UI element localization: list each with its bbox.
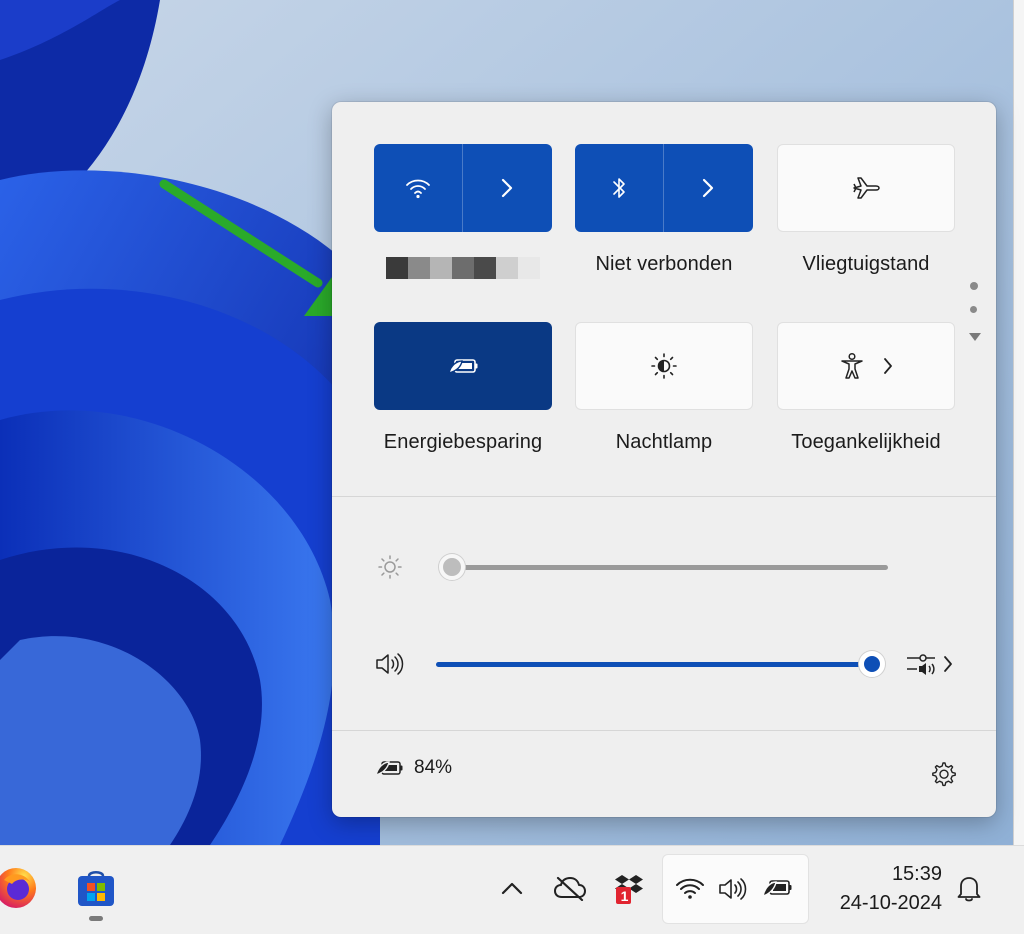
airplane-tile[interactable] bbox=[777, 144, 955, 232]
wifi-expand-button[interactable] bbox=[463, 144, 551, 232]
volume-track[interactable] bbox=[436, 662, 872, 667]
onedrive-tray-icon[interactable] bbox=[552, 870, 588, 906]
battery-status[interactable]: 84% bbox=[374, 756, 452, 780]
night-light-icon bbox=[651, 353, 677, 379]
quick-settings-panel: Niet verbonden Vliegtuigstand Energiebes… bbox=[332, 102, 996, 817]
divider bbox=[332, 730, 996, 731]
divider bbox=[332, 496, 996, 497]
store-icon bbox=[78, 871, 114, 906]
night-light-tile[interactable] bbox=[575, 322, 753, 410]
dropbox-badge: 1 bbox=[620, 888, 629, 904]
brightness-icon bbox=[372, 553, 408, 581]
night-light-label: Nachtlamp bbox=[615, 431, 713, 453]
taskbar-app-store[interactable] bbox=[72, 864, 120, 912]
page-dot[interactable] bbox=[970, 282, 978, 290]
accessibility-tile-block: Toegankelijkheid bbox=[777, 322, 955, 454]
cloud-offline-icon bbox=[554, 876, 586, 901]
energy-saver-tile[interactable] bbox=[374, 322, 552, 410]
chevron-right-icon bbox=[501, 178, 513, 198]
accessibility-tile[interactable] bbox=[777, 322, 955, 410]
bluetooth-expand-button[interactable] bbox=[664, 144, 752, 232]
volume-slider-thumb[interactable] bbox=[859, 651, 885, 677]
airplane-label: Vliegtuigstand bbox=[802, 253, 930, 275]
quick-settings-tray-button[interactable] bbox=[662, 854, 809, 924]
clock[interactable]: 15:39 24-10-2024 bbox=[820, 860, 942, 918]
wifi-toggle[interactable] bbox=[374, 144, 462, 232]
chevron-right-icon[interactable] bbox=[883, 357, 893, 375]
taskbar-app-firefox[interactable] bbox=[0, 864, 40, 912]
audio-mixer-icon bbox=[907, 654, 935, 675]
running-indicator bbox=[89, 916, 103, 921]
page-down-arrow-icon[interactable] bbox=[968, 332, 982, 342]
energy-saver-label: Energiebesparing bbox=[383, 431, 543, 453]
page-dot[interactable] bbox=[970, 306, 977, 313]
wifi-icon bbox=[676, 878, 704, 899]
bell-icon bbox=[957, 877, 981, 902]
page-indicator[interactable] bbox=[968, 282, 982, 342]
night-light-tile-block: Nachtlamp bbox=[575, 322, 753, 454]
clock-time: 15:39 bbox=[891, 863, 942, 885]
energy-saver-tile-block: Energiebesparing bbox=[374, 322, 552, 454]
chevron-right-icon bbox=[944, 656, 952, 672]
battery-percentage: 84% bbox=[414, 757, 453, 778]
brightness-slider-row bbox=[372, 547, 952, 587]
window-edge bbox=[1013, 0, 1024, 845]
audio-output-button[interactable] bbox=[905, 650, 953, 678]
accessibility-icon bbox=[841, 352, 863, 379]
speaker-icon[interactable] bbox=[372, 650, 408, 678]
notifications-button[interactable] bbox=[952, 870, 986, 906]
battery-leaf-icon bbox=[375, 761, 403, 777]
battery-leaf-icon bbox=[762, 880, 792, 897]
brightness-slider-thumb[interactable] bbox=[439, 554, 465, 580]
bluetooth-tile[interactable] bbox=[575, 144, 753, 232]
settings-button[interactable] bbox=[926, 757, 960, 791]
bluetooth-tile-block: Niet verbonden bbox=[575, 144, 753, 276]
wifi-icon bbox=[406, 179, 430, 199]
taskbar: 1 15:39 24-10-2024 bbox=[0, 845, 1024, 934]
wifi-tile[interactable] bbox=[374, 144, 552, 232]
wifi-network-name-redacted bbox=[374, 257, 552, 279]
airplane-tile-block: Vliegtuigstand bbox=[777, 144, 955, 276]
show-hidden-icons-button[interactable] bbox=[496, 872, 528, 904]
airplane-icon bbox=[853, 177, 880, 199]
firefox-icon bbox=[0, 868, 36, 908]
speaker-icon bbox=[719, 878, 747, 900]
accessibility-label: Toegankelijkheid bbox=[791, 431, 941, 453]
chevron-right-icon bbox=[702, 178, 714, 198]
gear-icon bbox=[932, 762, 956, 787]
bluetooth-label: Niet verbonden bbox=[595, 253, 733, 275]
wifi-tile-block bbox=[374, 144, 552, 279]
dropbox-tray-icon[interactable]: 1 bbox=[610, 868, 650, 908]
volume-slider-row bbox=[372, 644, 952, 684]
energy-saver-icon bbox=[448, 359, 478, 375]
clock-date: 24-10-2024 bbox=[839, 892, 942, 914]
bluetooth-icon bbox=[613, 178, 625, 198]
bluetooth-toggle[interactable] bbox=[575, 144, 663, 232]
brightness-track[interactable] bbox=[452, 565, 888, 570]
chevron-up-icon bbox=[501, 882, 523, 895]
